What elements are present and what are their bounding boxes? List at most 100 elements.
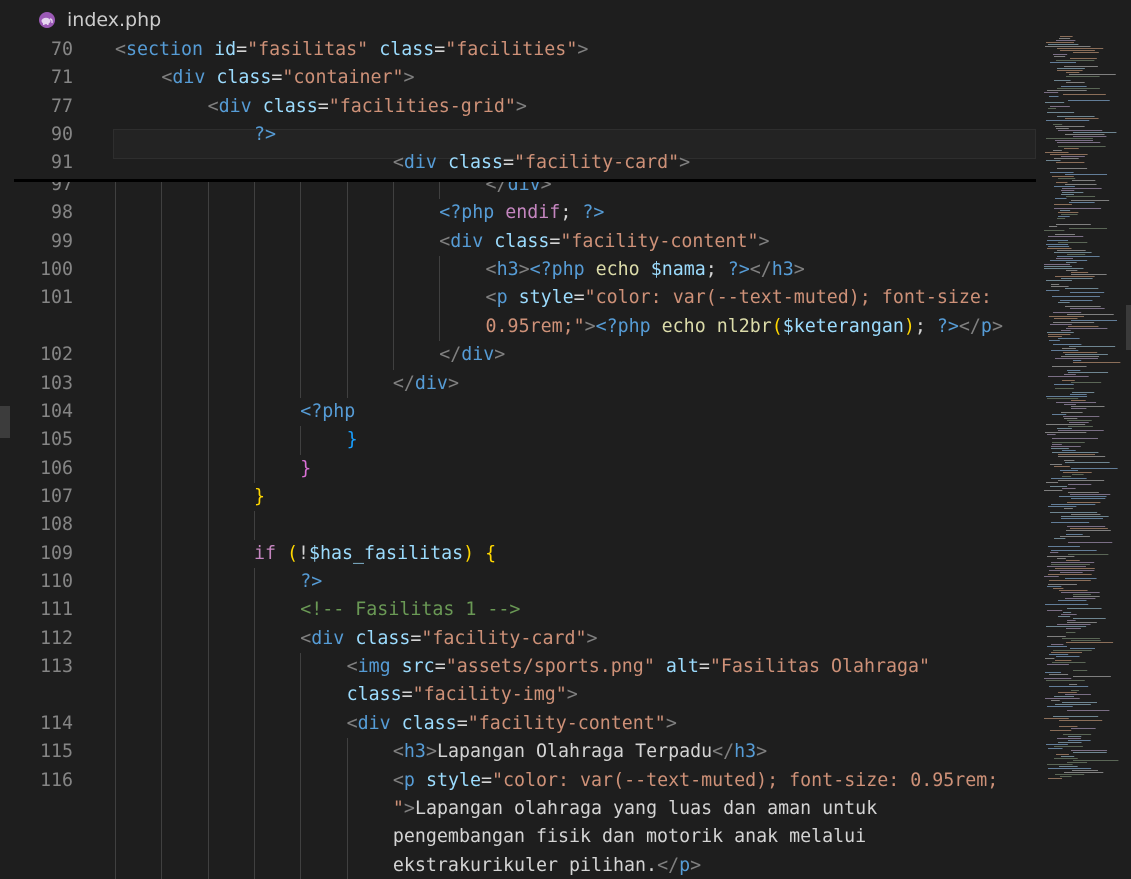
code-line[interactable]: 110 ?> bbox=[0, 568, 1040, 596]
editor-tab-bar[interactable]: index.php bbox=[0, 0, 1040, 36]
code-text[interactable]: </div> bbox=[393, 370, 459, 398]
minimap-line bbox=[1051, 644, 1064, 645]
indent-guide bbox=[207, 766, 209, 795]
minimap-line bbox=[1070, 292, 1105, 293]
code-text[interactable]: pengembangan fisik dan motorik anak mela… bbox=[393, 823, 866, 851]
code-text[interactable]: } bbox=[300, 455, 311, 483]
code-text[interactable]: if (!$has_fasilitas) { bbox=[254, 540, 496, 568]
vertical-scrollbar[interactable] bbox=[1126, 0, 1131, 879]
code-line[interactable]: 109 if (!$has_fasilitas) { bbox=[0, 540, 1040, 568]
code-text[interactable]: ekstrakurikuler pilihan.</p> bbox=[393, 852, 701, 879]
code-text[interactable]: <section id="fasilitas" class="facilitie… bbox=[115, 36, 588, 64]
minimap-line bbox=[1065, 462, 1110, 463]
minimap-line bbox=[1047, 646, 1068, 647]
code-line[interactable]: 105} bbox=[0, 426, 1040, 454]
code-text[interactable]: <h3><?php echo $nama; ?></h3> bbox=[486, 256, 805, 284]
code-line[interactable]: 115 <h3>Lapangan Olahraga Terpadu</h3> bbox=[0, 738, 1040, 766]
minimap-line bbox=[1060, 50, 1095, 51]
minimap-line bbox=[1061, 86, 1087, 87]
code-text[interactable]: <div class="facilities-grid"> bbox=[208, 93, 527, 121]
sticky-line[interactable]: 90 ?> bbox=[0, 121, 1040, 149]
minimap-line bbox=[1068, 426, 1093, 427]
code-line[interactable]: 100 <h3><?php echo $nama; ?></h3> bbox=[0, 256, 1040, 284]
code-line[interactable]: 103 </div> bbox=[0, 370, 1040, 398]
code-line[interactable]: pengembangan fisik dan motorik anak mela… bbox=[0, 823, 1040, 851]
minimap-line bbox=[1058, 146, 1106, 147]
code-text[interactable]: ?> bbox=[300, 568, 322, 596]
code-text[interactable]: <!-- Fasilitas 1 --> bbox=[300, 596, 520, 624]
minimap-line bbox=[1071, 690, 1080, 691]
sticky-line[interactable]: 91 <div class="facility-card"> bbox=[0, 149, 1040, 177]
indent-guide bbox=[346, 199, 348, 228]
code-editor[interactable]: 97 </div> 98 <?php endif; ?> 99 <div class="f… bbox=[0, 0, 1131, 879]
minimap-line bbox=[1064, 460, 1075, 461]
code-text[interactable]: <p style="color: var(--text-muted); font… bbox=[393, 767, 998, 795]
scrollbar-thumb[interactable] bbox=[1126, 305, 1131, 350]
minimap-line bbox=[1059, 720, 1103, 721]
line-number: 114 bbox=[39, 712, 73, 734]
code-line[interactable]: 112 <div class="facility-card"> bbox=[0, 625, 1040, 653]
indent-guide bbox=[253, 426, 255, 455]
sticky-line[interactable]: 71 <div class="container"> bbox=[0, 64, 1040, 92]
code-line[interactable]: 114 <div class="facility-content"> bbox=[0, 710, 1040, 738]
minimap-line bbox=[1071, 400, 1086, 401]
code-text[interactable]: <p style="color: var(--text-muted); font… bbox=[486, 284, 992, 312]
minimap-line bbox=[1065, 578, 1097, 579]
code-text[interactable]: <div class="facility-content"> bbox=[439, 228, 769, 256]
code-line[interactable]: 99 <div class="facility-content"> bbox=[0, 228, 1040, 256]
code-text[interactable]: <?php endif; ?> bbox=[439, 199, 604, 227]
minimap-line bbox=[1050, 464, 1063, 465]
minimap-line bbox=[1050, 486, 1068, 487]
code-line[interactable]: 0.95rem;"><?php echo nl2br($keterangan);… bbox=[0, 313, 1040, 341]
indent-guide bbox=[439, 312, 441, 342]
code-text[interactable]: <div class="facility-card"> bbox=[300, 625, 597, 653]
code-line[interactable]: 101 <p style="color: var(--text-muted); f… bbox=[0, 284, 1040, 312]
code-line[interactable]: 113 <img src="assets/sports.png" alt="Fas… bbox=[0, 653, 1040, 681]
code-text[interactable]: } bbox=[254, 483, 265, 511]
sticky-line[interactable]: 77 <div class="facilities-grid"> bbox=[0, 93, 1040, 121]
minimap-line bbox=[1057, 88, 1100, 89]
code-line[interactable]: 111 <!-- Fasilitas 1 --> bbox=[0, 596, 1040, 624]
code-line[interactable]: 102 </div> bbox=[0, 341, 1040, 369]
code-line[interactable]: 104 <?php bbox=[0, 398, 1040, 426]
indent-guide bbox=[207, 312, 209, 342]
code-text[interactable]: } bbox=[347, 426, 358, 454]
code-text[interactable]: ">Lapangan olahraga yang luas dan aman u… bbox=[393, 795, 877, 823]
code-text[interactable]: <?php bbox=[300, 398, 355, 426]
code-line[interactable]: ">Lapangan olahraga yang luas dan aman u… bbox=[0, 795, 1040, 823]
minimap-line bbox=[1045, 102, 1065, 103]
code-text[interactable]: <h3>Lapangan Olahraga Terpadu</h3> bbox=[393, 738, 767, 766]
indent-guide bbox=[346, 256, 348, 285]
line-number: 105 bbox=[39, 429, 73, 451]
minimap-line bbox=[1047, 764, 1073, 765]
code-text[interactable]: <div class="container"> bbox=[161, 64, 414, 92]
code-text[interactable]: <img src="assets/sports.png" alt="Fasili… bbox=[347, 653, 930, 681]
minimap-line bbox=[1059, 726, 1078, 727]
code-text[interactable]: <div class="facility-card"> bbox=[393, 149, 690, 177]
code-line[interactable]: class="facility-img"> bbox=[0, 681, 1040, 709]
indent-guide bbox=[253, 624, 255, 654]
tab-title[interactable]: index.php bbox=[67, 8, 161, 32]
indent-guide bbox=[346, 227, 348, 257]
code-text[interactable]: <div class="facility-content"> bbox=[347, 710, 677, 738]
sticky-scroll-header[interactable]: 70 <section id="fasilitas" class="facilit… bbox=[0, 36, 1040, 180]
minimap-line bbox=[1047, 398, 1079, 399]
code-text[interactable]: 0.95rem;"><?php echo nl2br($keterangan);… bbox=[486, 313, 1003, 341]
code-line[interactable]: ekstrakurikuler pilihan.</p> bbox=[0, 852, 1040, 879]
code-line[interactable]: 106} bbox=[0, 455, 1040, 483]
minimap-line bbox=[1044, 268, 1084, 269]
code-line[interactable]: 107} bbox=[0, 483, 1040, 511]
sticky-line[interactable]: 70 <section id="fasilitas" class="facilit… bbox=[0, 36, 1040, 64]
minimap-line bbox=[1055, 126, 1085, 127]
minimap-line bbox=[1071, 272, 1089, 273]
code-text[interactable]: class="facility-img"> bbox=[347, 681, 578, 709]
code-line[interactable]: 116 <p style="color: var(--text-muted); f… bbox=[0, 767, 1040, 795]
minimap-line bbox=[1051, 564, 1090, 565]
code-line[interactable]: 108 bbox=[0, 511, 1040, 539]
code-line[interactable]: 98 <?php endif; ?> bbox=[0, 199, 1040, 227]
minimap-line bbox=[1054, 56, 1066, 57]
code-text[interactable]: ?> bbox=[254, 121, 276, 149]
minimap[interactable] bbox=[1040, 0, 1126, 879]
code-text[interactable]: </div> bbox=[439, 341, 505, 369]
minimap-line bbox=[1073, 52, 1099, 53]
